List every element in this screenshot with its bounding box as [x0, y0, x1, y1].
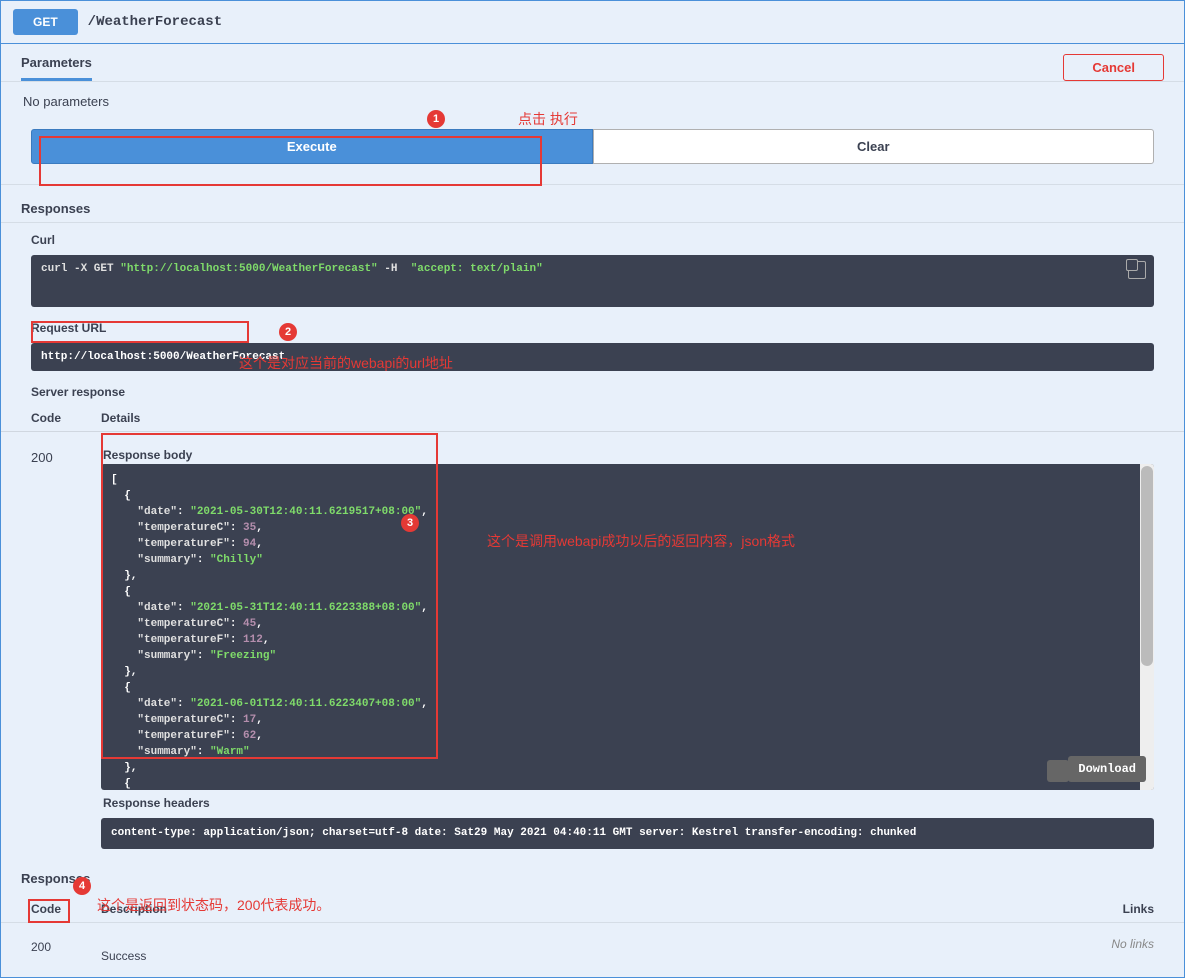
- column-code: Code: [31, 411, 101, 425]
- request-url-label: Request URL: [1, 311, 1184, 339]
- curl-command-block: curl -X GET "http://localhost:5000/Weath…: [31, 255, 1154, 307]
- curl-label: Curl: [1, 223, 1184, 251]
- column-links: Links: [1054, 902, 1154, 916]
- copy-icon[interactable]: [1128, 261, 1146, 279]
- doc-response-nolinks: No links: [1054, 937, 1154, 963]
- doc-responses-heading: Responses: [1, 849, 1184, 892]
- scrollbar-thumb[interactable]: [1141, 466, 1153, 666]
- annotation-bubble-4: 4: [73, 877, 91, 895]
- operation-summary[interactable]: GET /WeatherForecast: [1, 1, 1184, 44]
- tab-parameters[interactable]: Parameters: [21, 55, 92, 81]
- annotation-bubble-3: 3: [401, 514, 419, 532]
- cancel-button[interactable]: Cancel: [1063, 54, 1164, 81]
- execute-button[interactable]: Execute: [31, 129, 593, 164]
- response-headers-label: Response headers: [103, 796, 1154, 810]
- response-headers-block: content-type: application/json; charset=…: [101, 818, 1154, 849]
- response-code-200: 200: [31, 442, 101, 849]
- annotation-bubble-2: 2: [279, 323, 297, 341]
- annotation-text-3: 这个是调用webapi成功以后的返回内容，json格式: [487, 531, 795, 551]
- endpoint-path: /WeatherForecast: [88, 14, 222, 30]
- request-url-block: http://localhost:5000/WeatherForecast: [31, 343, 1154, 371]
- annotation-text-4: 这个是返回到状态码，200代表成功。: [97, 895, 330, 915]
- response-body-label: Response body: [103, 448, 1154, 462]
- column-code: Code: [31, 902, 101, 916]
- annotation-text-2: 这个是对应当前的webapi的url地址: [239, 353, 453, 373]
- response-body-block: [ { "date": "2021-05-30T12:40:11.6219517…: [101, 464, 1154, 790]
- doc-response-description: Success: [101, 937, 1054, 963]
- no-parameters-text: No parameters: [1, 82, 1184, 121]
- scrollbar-track[interactable]: [1140, 464, 1154, 790]
- clear-button[interactable]: Clear: [593, 129, 1155, 164]
- annotation-text-1: 点击 执行: [518, 109, 578, 129]
- action-button-row: Execute Clear: [1, 121, 1184, 174]
- server-response-label: Server response: [1, 375, 1184, 403]
- http-method-badge: GET: [13, 9, 78, 35]
- doc-response-code: 200: [31, 937, 101, 963]
- download-button[interactable]: Download: [1068, 756, 1146, 782]
- column-details: Details: [101, 411, 1154, 425]
- annotation-bubble-1: 1: [427, 110, 445, 128]
- copy-icon[interactable]: [1047, 760, 1069, 782]
- swagger-operation-panel: GET /WeatherForecast Parameters Cancel N…: [0, 0, 1185, 978]
- responses-heading: Responses: [1, 185, 1184, 222]
